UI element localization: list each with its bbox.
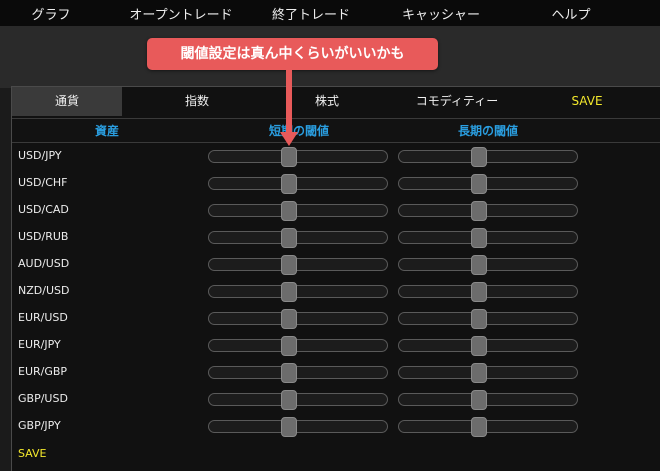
slider-thumb[interactable] [471, 417, 488, 437]
short-threshold-slider[interactable] [208, 417, 388, 437]
slider-thumb[interactable] [471, 282, 488, 302]
long-threshold-slider[interactable] [398, 174, 578, 194]
slider-thumb[interactable] [281, 363, 298, 383]
asset-row: USD/RUB [12, 224, 660, 251]
short-threshold-slider[interactable] [208, 147, 388, 167]
short-threshold-slider[interactable] [208, 390, 388, 410]
long-threshold-slider[interactable] [398, 309, 578, 329]
menu-graph[interactable]: グラフ [31, 4, 70, 23]
short-threshold-slider[interactable] [208, 228, 388, 248]
asset-label: GBP/JPY [18, 419, 61, 432]
asset-label: NZD/USD [18, 284, 70, 297]
long-threshold-slider[interactable] [398, 336, 578, 356]
long-threshold-slider[interactable] [398, 228, 578, 248]
slider-thumb[interactable] [281, 255, 298, 275]
slider-thumb[interactable] [281, 201, 298, 221]
tab-currency[interactable]: 通貨 [12, 87, 122, 116]
asset-row: USD/CHF [12, 170, 660, 197]
asset-label: EUR/USD [18, 311, 68, 324]
long-threshold-slider[interactable] [398, 363, 578, 383]
save-button[interactable]: SAVE [18, 447, 46, 460]
asset-row: GBP/USD [12, 386, 660, 413]
annotation-arrow-shaft [286, 70, 292, 135]
tab-save-button[interactable]: SAVE [542, 87, 632, 116]
slider-thumb[interactable] [281, 309, 298, 329]
column-header-long-threshold: 長期の閾値 [457, 124, 519, 138]
slider-thumb[interactable] [281, 228, 298, 248]
menu-help[interactable]: ヘルプ [551, 4, 590, 23]
slider-thumb[interactable] [281, 390, 298, 410]
asset-row: USD/CAD [12, 197, 660, 224]
slider-thumb[interactable] [281, 282, 298, 302]
long-threshold-slider[interactable] [398, 255, 578, 275]
menu-cashier[interactable]: キャッシャー [402, 4, 480, 23]
asset-label: USD/CHF [18, 176, 68, 189]
asset-row: GBP/JPY [12, 413, 660, 440]
slider-thumb[interactable] [471, 255, 488, 275]
annotation-arrow-head-icon [280, 132, 298, 146]
tab-indices[interactable]: 指数 [142, 87, 252, 116]
category-tabs: 通貨 指数 株式 コモディティー SAVE [12, 87, 660, 116]
slider-thumb[interactable] [471, 336, 488, 356]
column-header-asset: 資産 [94, 124, 120, 138]
slider-thumb[interactable] [471, 309, 488, 329]
asset-row: USD/JPY [12, 143, 660, 170]
column-header-short-threshold: 短期の閾値 [268, 124, 330, 138]
tab-commodities[interactable]: コモディティー [392, 87, 522, 116]
menu-closed-trades[interactable]: 終了トレード [272, 4, 350, 23]
asset-label: USD/RUB [18, 230, 69, 243]
long-threshold-slider[interactable] [398, 201, 578, 221]
slider-thumb[interactable] [281, 147, 298, 167]
slider-thumb[interactable] [281, 336, 298, 356]
top-menu-bar: グラフ オープントレード 終了トレード キャッシャー ヘルプ [0, 0, 660, 26]
long-threshold-slider[interactable] [398, 282, 578, 302]
asset-label: AUD/USD [18, 257, 70, 270]
slider-thumb[interactable] [471, 363, 488, 383]
long-threshold-slider[interactable] [398, 147, 578, 167]
threshold-settings-panel: 通貨 指数 株式 コモディティー SAVE 資産 短期の閾値 長期の閾値 USD… [11, 86, 660, 471]
asset-label: EUR/GBP [18, 365, 68, 378]
annotation-callout: 閾値設定は真ん中くらいがいいかも [147, 38, 438, 70]
asset-label: EUR/JPY [18, 338, 61, 351]
short-threshold-slider[interactable] [208, 174, 388, 194]
short-threshold-slider[interactable] [208, 282, 388, 302]
asset-row: EUR/GBP [12, 359, 660, 386]
short-threshold-slider[interactable] [208, 255, 388, 275]
asset-row: AUD/USD [12, 251, 660, 278]
slider-thumb[interactable] [471, 147, 488, 167]
slider-thumb[interactable] [471, 174, 488, 194]
short-threshold-slider[interactable] [208, 201, 388, 221]
asset-row: EUR/USD [12, 305, 660, 332]
asset-row: NZD/USD [12, 278, 660, 305]
short-threshold-slider[interactable] [208, 336, 388, 356]
short-threshold-slider[interactable] [208, 309, 388, 329]
asset-label: USD/CAD [18, 203, 69, 216]
column-headers: 資産 短期の閾値 長期の閾値 [12, 118, 660, 143]
slider-thumb[interactable] [471, 390, 488, 410]
asset-label: USD/JPY [18, 149, 62, 162]
asset-label: GBP/USD [18, 392, 68, 405]
long-threshold-slider[interactable] [398, 417, 578, 437]
menu-open-trades[interactable]: オープントレード [129, 4, 232, 23]
long-threshold-slider[interactable] [398, 390, 578, 410]
slider-thumb[interactable] [471, 201, 488, 221]
short-threshold-slider[interactable] [208, 363, 388, 383]
asset-row: EUR/JPY [12, 332, 660, 359]
slider-thumb[interactable] [281, 417, 298, 437]
slider-thumb[interactable] [281, 174, 298, 194]
slider-thumb[interactable] [471, 228, 488, 248]
